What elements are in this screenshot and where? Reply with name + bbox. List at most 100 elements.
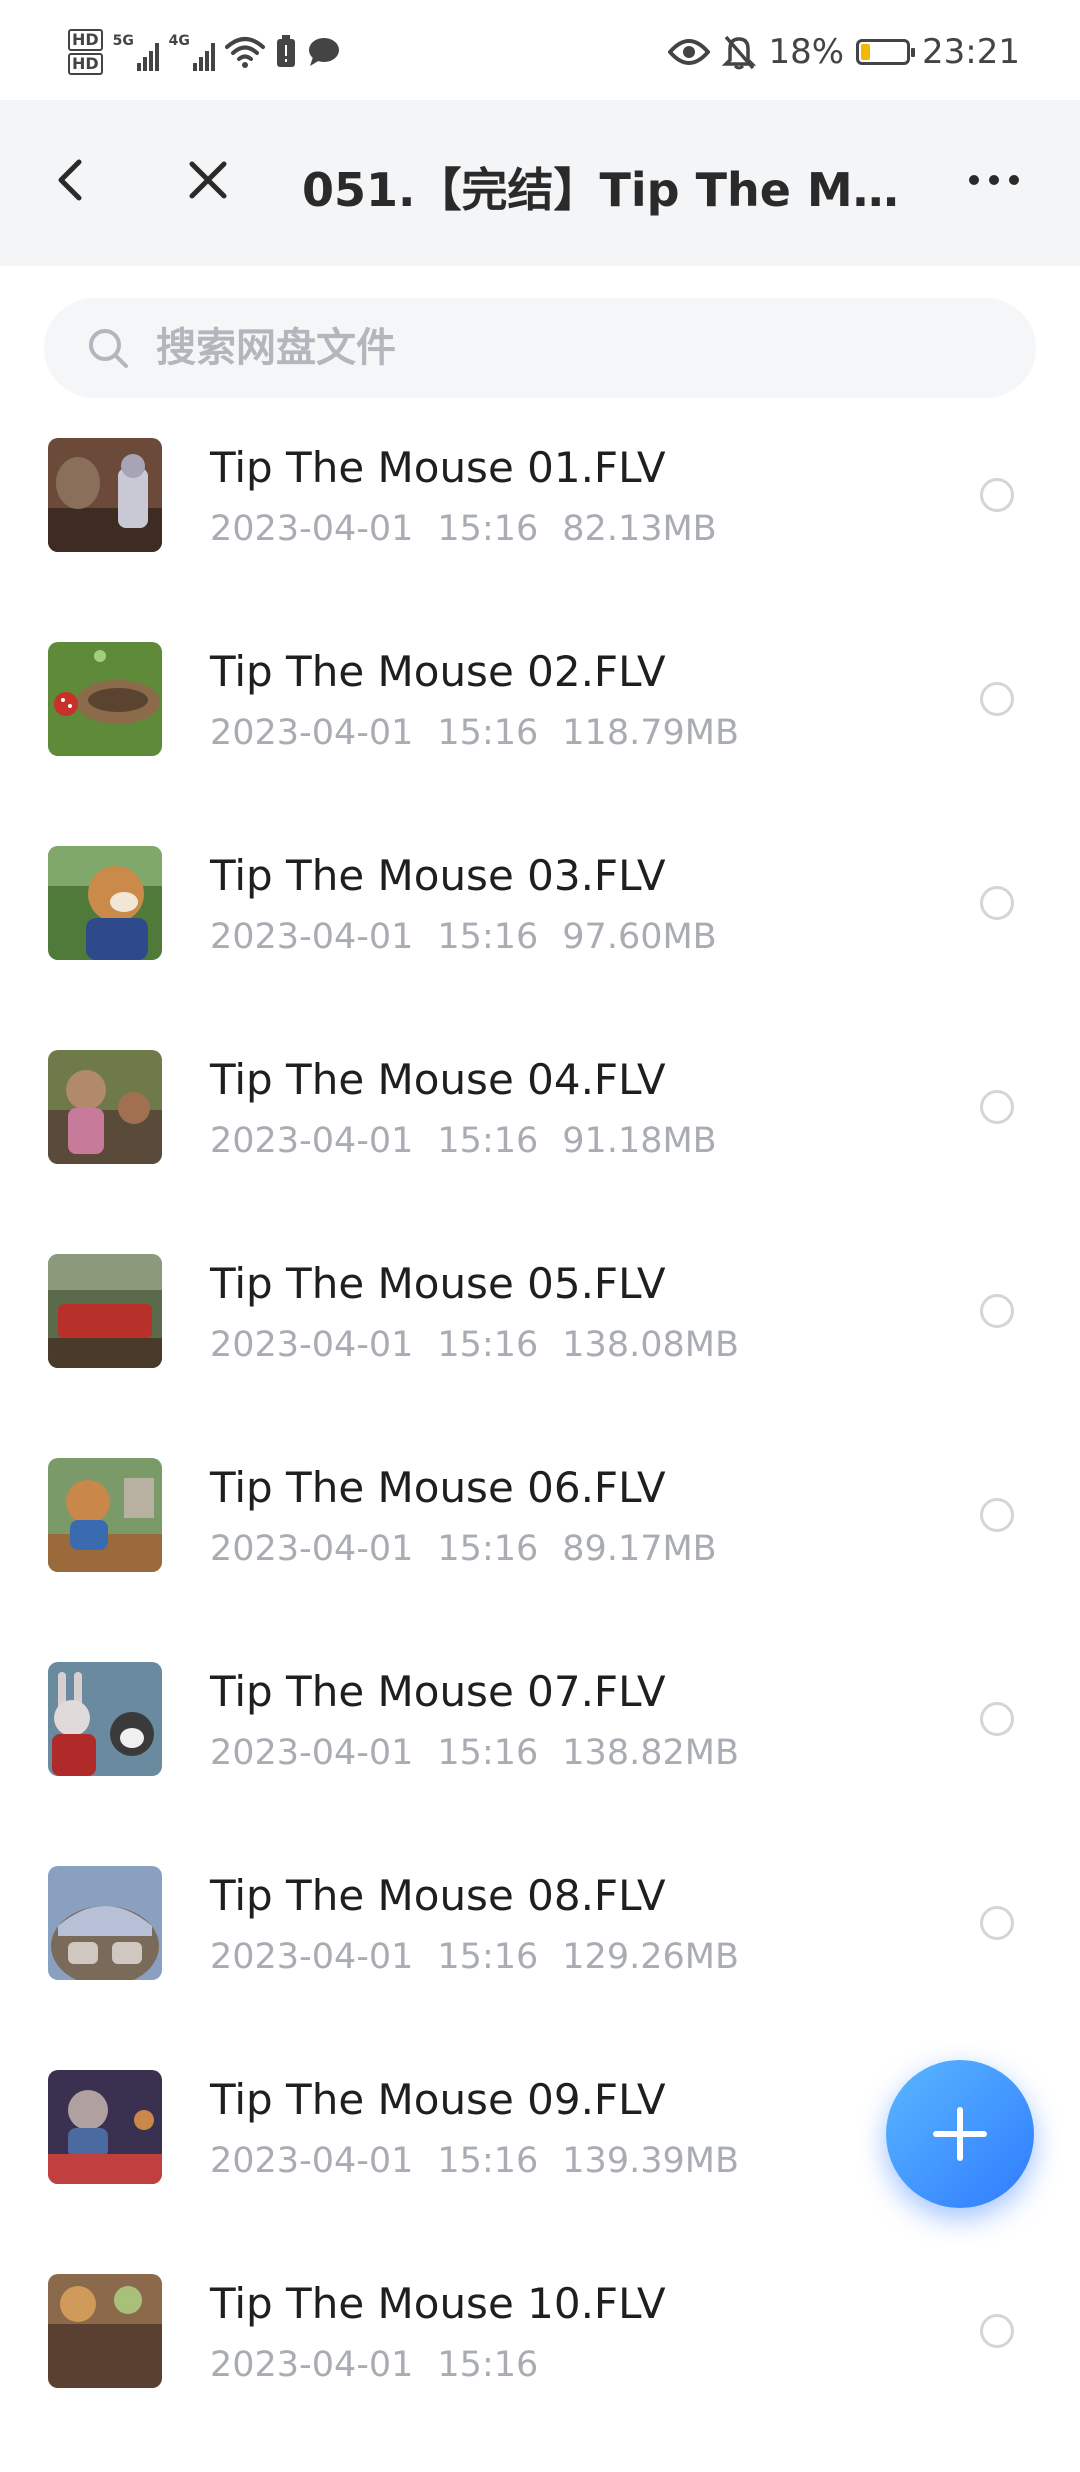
video-thumbnail [48, 1050, 162, 1164]
status-bar-left: HD HD 5G 4G [68, 28, 341, 76]
select-radio[interactable] [980, 1090, 1014, 1124]
battery-alert-icon [276, 35, 295, 67]
battery-icon [856, 39, 916, 65]
file-time: 15:16 [437, 1121, 539, 1161]
file-name: Tip The Mouse 02.FLV [210, 647, 666, 696]
select-radio[interactable] [980, 886, 1014, 920]
network-5g-label: 5G [112, 33, 134, 49]
file-time: 15:16 [437, 509, 539, 549]
file-size: 138.82MB [562, 1733, 739, 1773]
file-time: 15:16 [437, 713, 539, 753]
signal-5g-icon: 5G [113, 33, 159, 71]
status-bar: HD HD 5G 4G 18% 23:21 [0, 0, 1080, 100]
video-thumbnail [48, 1662, 162, 1776]
file-date: 2023-04-01 [210, 1121, 414, 1161]
clock: 23:21 [922, 32, 1020, 72]
video-thumbnail [48, 2274, 162, 2388]
file-meta: 2023-04-01 15:16 118.79MB [210, 710, 763, 756]
file-meta: 2023-04-01 15:16 139.39MB [210, 2138, 763, 2184]
file-name: Tip The Mouse 10.FLV [210, 2279, 666, 2328]
file-row[interactable]: Tip The Mouse 06.FLV 2023-04-01 15:16 89.1… [0, 1452, 1080, 1656]
select-radio[interactable] [980, 1906, 1014, 1940]
file-meta: 2023-04-01 15:16 91.18MB [210, 1118, 741, 1164]
file-date: 2023-04-01 [210, 1529, 414, 1569]
file-date: 2023-04-01 [210, 1937, 414, 1977]
file-meta: 2023-04-01 15:16 [210, 2342, 586, 2388]
file-name: Tip The Mouse 06.FLV [210, 1463, 666, 1512]
file-time: 15:16 [437, 2345, 539, 2385]
file-name: Tip The Mouse 03.FLV [210, 851, 666, 900]
select-radio[interactable] [980, 682, 1014, 716]
video-thumbnail [48, 2070, 162, 2184]
video-thumbnail [48, 642, 162, 756]
file-date: 2023-04-01 [210, 1325, 414, 1365]
battery-percent: 18% [768, 32, 845, 72]
file-name: Tip The Mouse 01.FLV [210, 443, 666, 492]
search-bar[interactable] [44, 298, 1036, 398]
file-row[interactable]: Tip The Mouse 01.FLV 2023-04-01 15:16 82.1… [0, 432, 1080, 636]
file-name: Tip The Mouse 09.FLV [210, 2075, 666, 2124]
file-meta: 2023-04-01 15:16 89.17MB [210, 1526, 741, 1572]
mute-bell-icon [722, 35, 757, 70]
search-input[interactable] [154, 324, 958, 372]
select-radio[interactable] [980, 2314, 1014, 2348]
file-row[interactable]: Tip The Mouse 10.FLV 2023-04-01 15:16 [0, 2268, 1080, 2472]
file-row[interactable]: Tip The Mouse 07.FLV 2023-04-01 15:16 138.… [0, 1656, 1080, 1860]
more-horizontal-icon [969, 175, 1019, 185]
file-name: Tip The Mouse 04.FLV [210, 1055, 666, 1104]
back-button[interactable] [30, 140, 110, 220]
close-icon [189, 161, 227, 199]
file-name: Tip The Mouse 07.FLV [210, 1667, 666, 1716]
message-icon [308, 38, 339, 66]
file-row[interactable]: Tip The Mouse 03.FLV 2023-04-01 15:16 97.6… [0, 840, 1080, 1044]
wifi-icon [224, 37, 265, 68]
file-date: 2023-04-01 [210, 2141, 414, 2181]
select-radio[interactable] [980, 1702, 1014, 1736]
file-time: 15:16 [437, 1325, 539, 1365]
file-row[interactable]: Tip The Mouse 08.FLV 2023-04-01 15:16 129.… [0, 1860, 1080, 2064]
hd-badges: HD HD [68, 28, 103, 76]
file-row[interactable]: Tip The Mouse 02.FLV 2023-04-01 15:16 118.… [0, 636, 1080, 840]
network-4g-label: 4G [168, 33, 190, 49]
close-button[interactable] [168, 140, 248, 220]
battery-fill [861, 44, 870, 60]
file-row[interactable]: Tip The Mouse 04.FLV 2023-04-01 15:16 91.1… [0, 1044, 1080, 1248]
file-size: 97.60MB [562, 917, 717, 957]
file-time: 15:16 [437, 1733, 539, 1773]
file-size: 82.13MB [562, 509, 717, 549]
file-meta: 2023-04-01 15:16 138.82MB [210, 1730, 763, 1776]
file-name: Tip The Mouse 05.FLV [210, 1259, 666, 1308]
file-date: 2023-04-01 [210, 1733, 414, 1773]
file-row[interactable]: Tip The Mouse 05.FLV 2023-04-01 15:16 138.… [0, 1248, 1080, 1452]
file-meta: 2023-04-01 15:16 97.60MB [210, 914, 741, 960]
select-radio[interactable] [980, 1498, 1014, 1532]
file-date: 2023-04-01 [210, 2345, 414, 2385]
select-radio[interactable] [980, 1294, 1014, 1328]
more-options-button[interactable] [954, 140, 1034, 220]
file-size: 91.18MB [562, 1121, 717, 1161]
file-date: 2023-04-01 [210, 713, 414, 753]
file-size: 118.79MB [562, 713, 739, 753]
signal-4g-icon: 4G [169, 33, 215, 71]
video-thumbnail [48, 1254, 162, 1368]
video-thumbnail [48, 846, 162, 960]
select-radio[interactable] [980, 478, 1014, 512]
hd-badge: HD [68, 53, 103, 75]
file-size: 89.17MB [562, 1529, 717, 1569]
video-thumbnail [48, 438, 162, 552]
add-button[interactable] [886, 2060, 1034, 2208]
status-bar-right: 18% 23:21 [668, 30, 1020, 74]
video-thumbnail [48, 1458, 162, 1572]
page-title: 051.【完结】Tip The Mous... [302, 163, 922, 217]
hd-badge: HD [68, 29, 103, 51]
file-size: 138.08MB [562, 1325, 739, 1365]
chevron-left-icon [58, 159, 82, 201]
file-meta: 2023-04-01 15:16 138.08MB [210, 1322, 763, 1368]
file-name: Tip The Mouse 08.FLV [210, 1871, 666, 1920]
video-thumbnail [48, 1866, 162, 1980]
plus-icon [933, 2107, 987, 2161]
file-date: 2023-04-01 [210, 917, 414, 957]
title-bar: 051.【完结】Tip The Mous... [0, 100, 1080, 266]
search-icon [84, 324, 132, 372]
file-time: 15:16 [437, 1529, 539, 1569]
